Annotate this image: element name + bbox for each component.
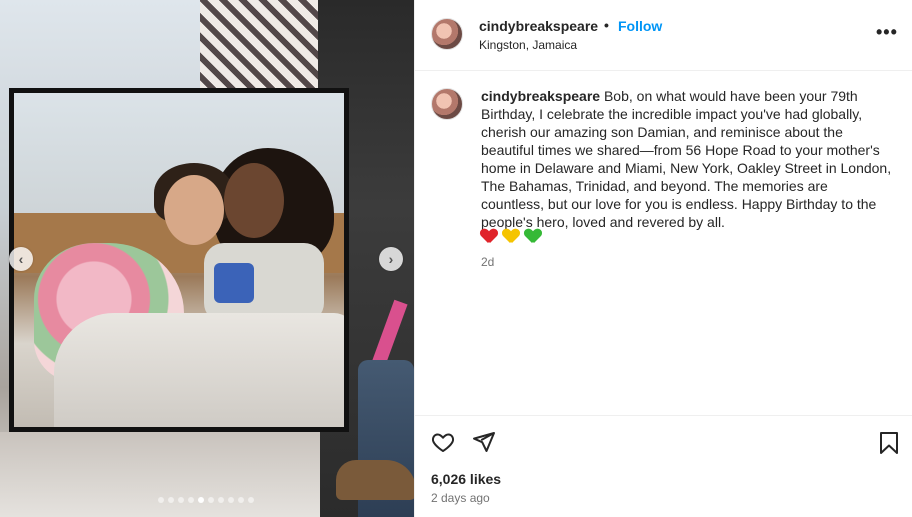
more-options-icon[interactable]: ••• (876, 22, 898, 43)
framed-photo (9, 88, 349, 432)
chevron-left-icon: ‹ (18, 251, 24, 267)
caption-emojis (481, 229, 543, 248)
carousel-dot (158, 497, 164, 503)
carousel-next-button[interactable]: › (379, 247, 403, 271)
carousel-dot (218, 497, 224, 503)
carousel-prev-button[interactable]: ‹ (9, 247, 33, 271)
caption-username[interactable]: cindybreakspeare (481, 88, 600, 104)
location-link[interactable]: Kingston, Jamaica (479, 38, 577, 52)
heart-outline-icon (431, 433, 455, 452)
post-side-panel: cindybreakspeare • Follow Kingston, Jama… (414, 0, 912, 517)
yellow-heart-icon (503, 229, 519, 243)
header-username[interactable]: cindybreakspeare (479, 18, 598, 34)
actions-divider (415, 415, 912, 416)
follow-button[interactable]: Follow (618, 18, 662, 34)
carousel-dot (208, 497, 214, 503)
carousel-dot (228, 497, 234, 503)
paper-plane-icon (473, 432, 495, 452)
green-heart-icon (525, 229, 541, 243)
carousel-indicators (158, 497, 254, 503)
caption-text: Bob, on what would have been your 79th B… (481, 88, 892, 230)
red-heart-icon (481, 229, 497, 243)
background-floor (0, 432, 320, 517)
bookmark-icon (880, 432, 898, 454)
likes-count[interactable]: 6,026 likes (431, 471, 501, 487)
carousel-dot (238, 497, 244, 503)
carousel-dot (198, 497, 204, 503)
caption-avatar[interactable] (431, 88, 463, 120)
post-caption: cindybreakspeare Bob, on what would have… (481, 87, 893, 231)
carousel-dot (168, 497, 174, 503)
carousel-dot (178, 497, 184, 503)
carousel-dot (188, 497, 194, 503)
save-button[interactable] (878, 431, 900, 460)
chevron-right-icon: › (388, 251, 394, 267)
post-header: cindybreakspeare • Follow Kingston, Jama… (415, 0, 912, 71)
caption-timestamp[interactable]: 2d (481, 255, 494, 269)
carousel-dot (248, 497, 254, 503)
post-media[interactable]: ‹ › (0, 0, 414, 517)
header-separator: • (604, 17, 609, 33)
avatar[interactable] (431, 18, 463, 50)
post-date[interactable]: 2 days ago (431, 491, 490, 505)
share-button[interactable] (472, 430, 496, 459)
like-button[interactable] (431, 430, 455, 459)
